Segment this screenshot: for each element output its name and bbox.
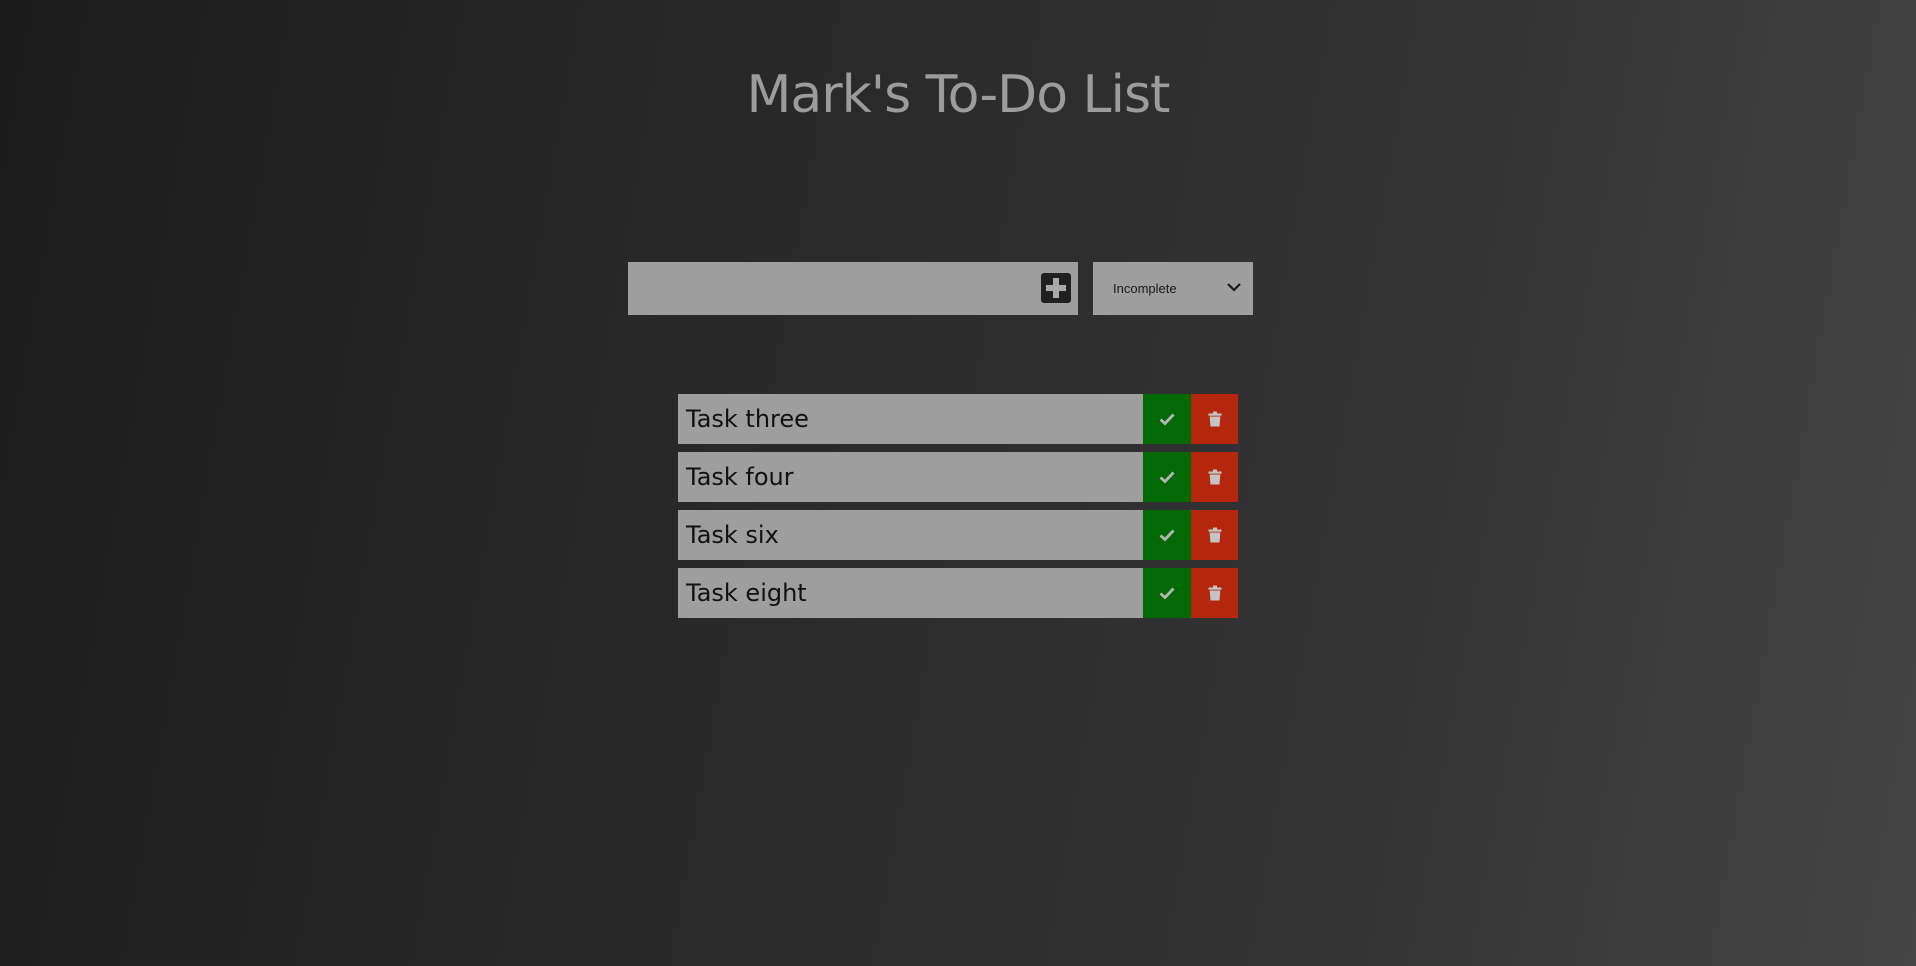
delete-button[interactable] [1191,452,1238,502]
todo-text: Task eight [686,579,807,607]
todo-item: Task three [678,394,1238,444]
delete-button[interactable] [1191,510,1238,560]
trash-icon [1208,527,1221,543]
filter-selected-value: Incomplete [1113,281,1177,296]
check-icon [1159,587,1175,600]
check-icon [1159,529,1175,542]
task-input[interactable] [628,262,1028,315]
complete-button[interactable] [1143,568,1191,618]
trash-icon [1208,585,1221,601]
chevron-down-icon [1227,283,1241,292]
delete-button[interactable] [1191,568,1238,618]
todo-item: Task six [678,510,1238,560]
todo-text: Task three [686,405,809,433]
page-title: Mark's To-Do List [746,65,1171,125]
trash-icon [1208,411,1221,427]
todo-item: Task eight [678,568,1238,618]
add-task-button[interactable] [1041,273,1071,303]
trash-icon [1208,469,1221,485]
complete-button[interactable] [1143,394,1191,444]
complete-button[interactable] [1143,510,1191,560]
todo-text: Task six [686,521,779,549]
todo-item: Task four [678,452,1238,502]
filter-select[interactable]: Incomplete [1093,262,1253,315]
todo-list: Task three Task four Task six Task eight [678,394,1238,626]
delete-button[interactable] [1191,394,1238,444]
plus-square-icon [1046,278,1066,298]
complete-button[interactable] [1143,452,1191,502]
todo-text: Task four [686,463,794,491]
check-icon [1159,471,1175,484]
add-task-form [628,262,1078,315]
check-icon [1159,413,1175,426]
